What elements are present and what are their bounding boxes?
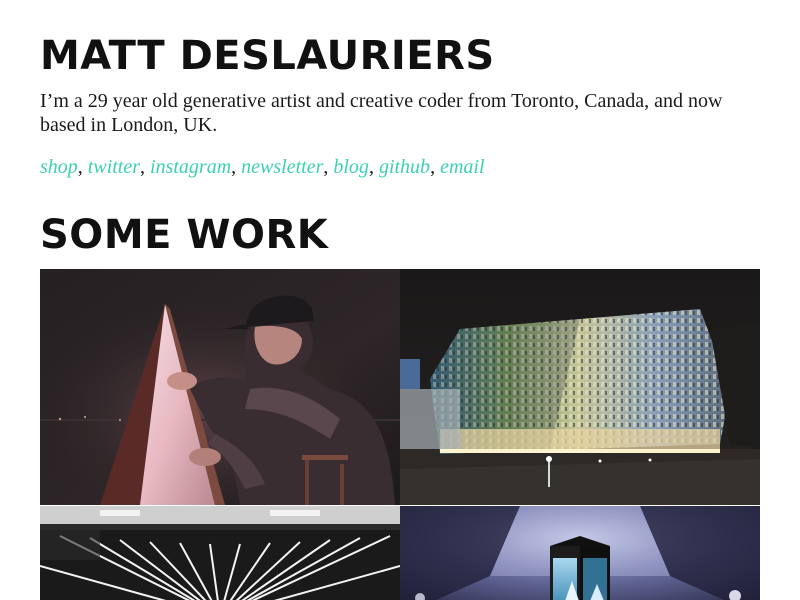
link-twitter[interactable]: twitter <box>88 156 140 178</box>
link-email[interactable]: email <box>440 156 484 178</box>
link-github[interactable]: github <box>379 156 430 178</box>
link-instagram[interactable]: instagram <box>150 156 231 178</box>
work-grid <box>40 269 760 600</box>
social-links: shop, twitter, instagram, newsletter, bl… <box>40 155 485 179</box>
link-blog[interactable]: blog <box>333 156 369 178</box>
work-thumbnail[interactable] <box>40 506 400 600</box>
link-newsletter[interactable]: newsletter <box>241 156 323 178</box>
page: Matt DesLauriers I’m a 29 year old gener… <box>0 0 800 600</box>
bio-text: I’m a 29 year old generative artist and … <box>40 90 723 136</box>
section-title-work: Some Work <box>40 212 329 258</box>
link-shop[interactable]: shop <box>40 156 78 178</box>
work-image-light-lines <box>40 506 400 600</box>
work-image-pyramid <box>40 269 400 505</box>
link-separator: , <box>231 156 242 178</box>
link-separator: , <box>430 156 441 178</box>
work-thumbnail[interactable] <box>40 269 400 505</box>
link-separator: , <box>368 156 379 178</box>
work-thumbnail[interactable] <box>400 269 760 505</box>
work-thumbnail[interactable] <box>400 506 760 600</box>
link-separator: , <box>323 156 334 178</box>
link-separator: , <box>77 156 88 178</box>
link-separator: , <box>140 156 151 178</box>
work-image-building <box>400 269 760 505</box>
work-image-cube <box>400 506 760 600</box>
site-title: Matt DesLauriers <box>40 33 495 79</box>
